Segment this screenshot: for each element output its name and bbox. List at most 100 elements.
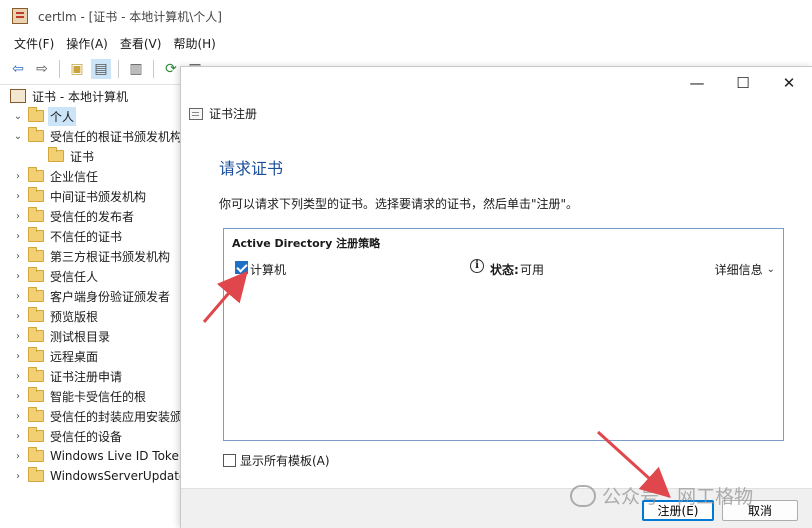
properties-icon[interactable]: ▥ xyxy=(126,59,146,79)
tree-item[interactable]: › 受信任的发布者 xyxy=(12,206,136,226)
chevron-right-icon[interactable]: › xyxy=(12,291,24,302)
details-label: 详细信息 xyxy=(714,263,763,277)
chevron-down-icon[interactable]: ⌄ xyxy=(12,111,24,122)
computer-checkbox[interactable] xyxy=(235,261,248,274)
chevron-right-icon[interactable]: › xyxy=(12,411,24,422)
tree-item[interactable]: › 智能卡受信任的根 xyxy=(12,386,148,406)
chevron-right-icon[interactable]: › xyxy=(12,171,24,182)
watermark: 公众号 · 网工格物 xyxy=(570,482,753,509)
tree-label: Windows Live ID Toke xyxy=(50,449,179,463)
enrollment-policy-box: Active Directory 注册策略 计算机 i 状态: 可用 详细信息 … xyxy=(223,228,784,441)
menu-file[interactable]: 文件(F) xyxy=(8,35,60,52)
folder-icon xyxy=(28,427,44,442)
chevron-right-icon[interactable]: › xyxy=(12,331,24,342)
info-icon: i xyxy=(470,259,484,273)
chevron-right-icon[interactable]: › xyxy=(12,231,24,242)
certificate-icon xyxy=(189,107,203,120)
tree-label: 客户端身份验证颁发者 xyxy=(50,289,171,304)
tree-item[interactable]: › Windows Live ID Toke xyxy=(12,446,181,466)
tree-label: 企业信任 xyxy=(50,169,99,184)
folder-icon xyxy=(28,347,44,362)
chevron-right-icon[interactable]: › xyxy=(12,211,24,222)
minimize-icon[interactable]: — xyxy=(674,67,720,99)
folder-icon xyxy=(28,187,44,202)
chevron-right-icon[interactable]: › xyxy=(12,451,24,462)
tree-item-trusted-root[interactable]: ⌄ 受信任的根证书颁发机构 xyxy=(12,126,182,146)
back-arrow-icon[interactable]: ⇦ xyxy=(8,59,28,79)
tree-item[interactable]: › 第三方根证书颁发机构 xyxy=(12,246,172,266)
tree-item[interactable]: › 中间证书颁发机构 xyxy=(12,186,148,206)
tree-label: 证书 xyxy=(70,149,95,164)
chevron-right-icon[interactable]: › xyxy=(12,191,24,202)
status-label: 状态: xyxy=(490,263,519,277)
tree-item-personal[interactable]: ⌄ 个人 xyxy=(12,106,77,126)
status-value: 可用 xyxy=(520,263,545,277)
dialog-header: 证书注册 xyxy=(189,105,257,122)
tree-item[interactable]: › 企业信任 xyxy=(12,166,100,186)
tree-item[interactable]: › 客户端身份验证颁发者 xyxy=(12,286,172,306)
forward-arrow-icon[interactable]: ⇨ xyxy=(32,59,52,79)
tree-item[interactable]: › 受信任的封装应用安装颁 xyxy=(12,406,182,426)
tree-item[interactable]: › 证书注册申请 xyxy=(12,366,124,386)
folder-icon xyxy=(28,167,44,182)
watermark-text: 公众号 · 网工格物 xyxy=(602,486,754,508)
up-folder-icon[interactable]: ▣ xyxy=(67,59,87,79)
refresh-icon[interactable]: ⟳ xyxy=(161,59,181,79)
tree-label: 测试根目录 xyxy=(50,329,111,344)
tree-label: 受信任的设备 xyxy=(50,429,123,444)
policy-title: Active Directory 注册策略 xyxy=(232,237,381,250)
tree-label: 不信任的证书 xyxy=(50,229,123,244)
tree-item[interactable]: › 预览版根 xyxy=(12,306,100,326)
certlm-app-icon xyxy=(12,8,28,24)
tree-label: 个人 xyxy=(48,106,77,126)
tree-label: 受信任的发布者 xyxy=(50,209,135,224)
intro-text: 你可以请求下列类型的证书。选择要请求的证书，然后单击"注册"。 xyxy=(219,197,579,211)
menu-help[interactable]: 帮助(H) xyxy=(167,35,221,52)
menu-view[interactable]: 查看(V) xyxy=(114,35,168,52)
tree-label: 远程桌面 xyxy=(50,349,99,364)
chevron-down-icon[interactable]: ⌄ xyxy=(12,131,24,142)
toolbar-separator xyxy=(59,60,60,78)
toolbar-separator xyxy=(118,60,119,78)
tree-label: 中间证书颁发机构 xyxy=(50,189,147,204)
template-name: 计算机 xyxy=(250,263,287,277)
folder-icon xyxy=(28,247,44,262)
tree-label: 证书注册申请 xyxy=(50,369,123,384)
chevron-right-icon[interactable]: › xyxy=(12,371,24,382)
tree-item[interactable]: › 测试根目录 xyxy=(12,326,112,346)
maximize-icon[interactable]: ☐ xyxy=(720,67,766,99)
details-toggle[interactable]: 详细信息 ⌄ xyxy=(715,261,775,278)
folder-icon xyxy=(28,287,44,302)
chevron-right-icon[interactable]: › xyxy=(12,391,24,402)
show-tree-icon[interactable]: ▤ xyxy=(91,59,111,79)
title-bar: certlm - [证书 - 本地计算机\个人] xyxy=(0,0,812,32)
close-icon[interactable]: ✕ xyxy=(766,67,812,99)
tree-item[interactable]: › 不信任的证书 xyxy=(12,226,124,246)
tree-root[interactable]: 证书 - 本地计算机 xyxy=(4,86,130,106)
show-all-checkbox[interactable] xyxy=(223,454,236,467)
folder-icon xyxy=(28,227,44,242)
certificate-enrollment-dialog: — ☐ ✕ 证书注册 请求证书 你可以请求下列类型的证书。选择要请求的证书，然后… xyxy=(180,66,812,528)
chevron-right-icon[interactable]: › xyxy=(12,311,24,322)
tree-label: WindowsServerUpdate xyxy=(50,469,182,483)
chevron-right-icon[interactable]: › xyxy=(12,431,24,442)
chevron-right-icon[interactable]: › xyxy=(12,471,24,482)
tree-item[interactable]: › 受信任的设备 xyxy=(12,426,124,446)
menu-bar: 文件(F) 操作(A) 查看(V) 帮助(H) xyxy=(0,32,812,54)
folder-icon xyxy=(28,367,44,382)
chevron-right-icon[interactable]: › xyxy=(12,251,24,262)
tree-item[interactable]: › 受信任人 xyxy=(12,266,100,286)
folder-icon xyxy=(28,447,44,462)
tree-item[interactable]: › WindowsServerUpdate xyxy=(12,466,182,486)
folder-icon xyxy=(28,267,44,282)
menu-action[interactable]: 操作(A) xyxy=(60,35,114,52)
tree-label: 受信任人 xyxy=(50,269,99,284)
tree-item-certificates[interactable]: 证书 xyxy=(44,146,96,166)
folder-icon xyxy=(28,127,44,142)
tree-label: 第三方根证书颁发机构 xyxy=(50,249,171,264)
show-all-templates[interactable]: 显示所有模板(A) xyxy=(223,452,330,469)
tree-item[interactable]: › 远程桌面 xyxy=(12,346,100,366)
template-row-computer[interactable]: 计算机 i 状态: 可用 详细信息 ⌄ xyxy=(224,255,783,281)
chevron-right-icon[interactable]: › xyxy=(12,271,24,282)
chevron-right-icon[interactable]: › xyxy=(12,351,24,362)
